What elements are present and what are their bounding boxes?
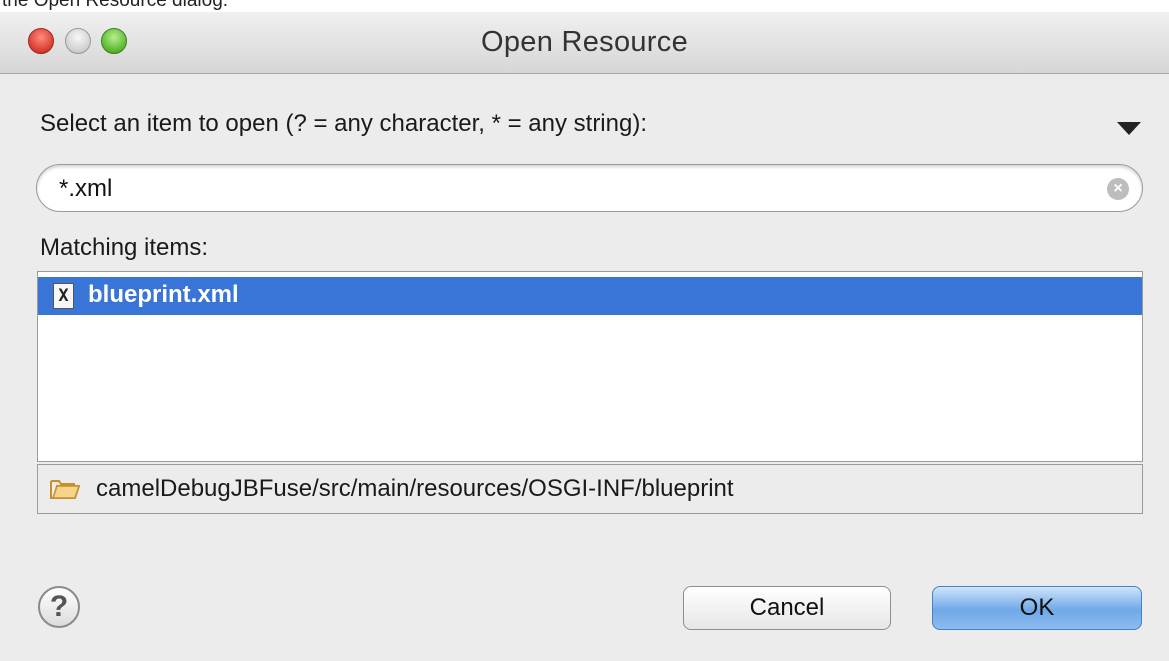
xml-file-icon: X (53, 283, 74, 309)
top-text-fragment: the Open Resource dialog. (0, 0, 1169, 12)
matching-items-list[interactable]: X blueprint.xml (37, 271, 1143, 462)
title-bar: Open Resource (0, 12, 1169, 74)
view-menu-dropdown-icon[interactable] (1117, 122, 1141, 135)
list-item-label: blueprint.xml (88, 281, 239, 308)
resource-location-path: camelDebugJBFuse/src/main/resources/OSGI… (96, 475, 734, 502)
clear-search-icon[interactable]: × (1107, 178, 1129, 200)
ok-button[interactable]: OK (932, 586, 1142, 630)
folder-icon (50, 480, 80, 499)
resource-location-bar: camelDebugJBFuse/src/main/resources/OSGI… (37, 464, 1143, 514)
search-field[interactable]: × (36, 164, 1143, 212)
list-item[interactable]: X blueprint.xml (38, 277, 1142, 315)
prompt-label: Select an item to open (? = any characte… (40, 110, 647, 137)
cancel-button[interactable]: Cancel (683, 586, 891, 630)
open-resource-dialog: Open Resource Select an item to open (? … (0, 12, 1169, 661)
help-button[interactable]: ? (38, 586, 80, 628)
window-title: Open Resource (480, 26, 688, 58)
top-fragment-text: the Open Resource dialog. (2, 0, 229, 11)
search-input[interactable] (59, 173, 1099, 205)
matching-items-label: Matching items: (40, 234, 209, 261)
